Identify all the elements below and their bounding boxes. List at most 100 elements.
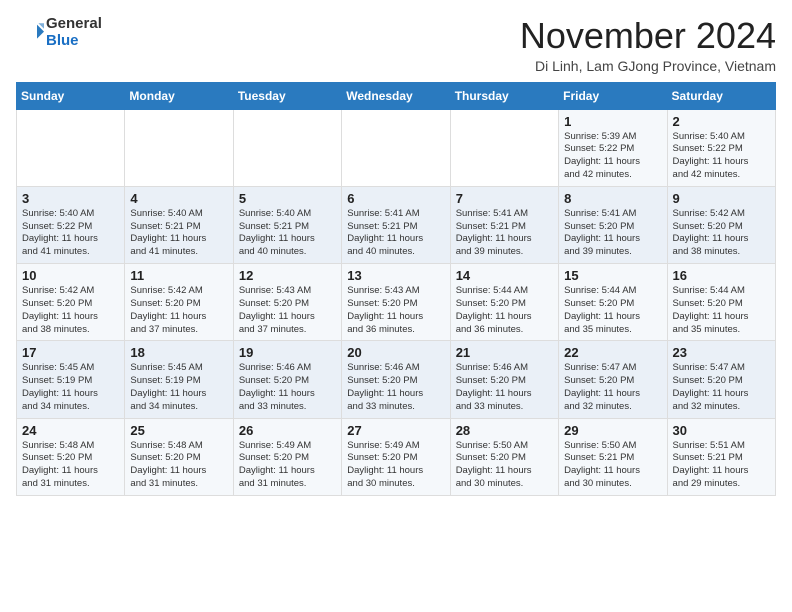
day-info: Sunrise: 5:46 AM Sunset: 5:20 PM Dayligh… [347,362,444,413]
calendar-cell: 25 Sunrise: 5:48 AM Sunset: 5:20 PM Dayli… [125,418,233,495]
calendar-cell: 19 Sunrise: 5:46 AM Sunset: 5:20 PM Dayli… [233,341,341,418]
calendar-table: SundayMondayTuesdayWednesdayThursdayFrid… [16,82,776,496]
calendar-cell [342,109,450,186]
day-number: 15 [564,268,661,283]
calendar-cell [450,109,558,186]
calendar-cell [17,109,125,186]
calendar-cell: 27 Sunrise: 5:49 AM Sunset: 5:20 PM Dayli… [342,418,450,495]
day-number: 2 [673,114,770,129]
calendar-cell: 23 Sunrise: 5:47 AM Sunset: 5:20 PM Dayli… [667,341,775,418]
day-number: 1 [564,114,661,129]
day-number: 12 [239,268,336,283]
day-number: 23 [673,345,770,360]
day-info: Sunrise: 5:48 AM Sunset: 5:20 PM Dayligh… [130,440,227,491]
day-number: 6 [347,191,444,206]
calendar-cell: 15 Sunrise: 5:44 AM Sunset: 5:20 PM Dayli… [559,264,667,341]
calendar-cell: 17Sunrise: 5:45 AM Sunset: 5:19 PM Dayli… [17,341,125,418]
day-info: Sunrise: 5:41 AM Sunset: 5:21 PM Dayligh… [347,208,444,259]
day-info: Sunrise: 5:44 AM Sunset: 5:20 PM Dayligh… [673,285,770,336]
day-number: 26 [239,423,336,438]
day-info: Sunrise: 5:43 AM Sunset: 5:20 PM Dayligh… [239,285,336,336]
day-info: Sunrise: 5:51 AM Sunset: 5:21 PM Dayligh… [673,440,770,491]
day-info: Sunrise: 5:44 AM Sunset: 5:20 PM Dayligh… [564,285,661,336]
weekday-header-row: SundayMondayTuesdayWednesdayThursdayFrid… [17,82,776,109]
calendar-cell: 10 Sunrise: 5:42 AM Sunset: 5:20 PM Dayli… [17,264,125,341]
day-number: 19 [239,345,336,360]
day-info: Sunrise: 5:49 AM Sunset: 5:20 PM Dayligh… [347,440,444,491]
day-info: Sunrise: 5:46 AM Sunset: 5:20 PM Dayligh… [239,362,336,413]
day-info: Sunrise: 5:45 AM Sunset: 5:19 PM Dayligh… [130,362,227,413]
day-info: Sunrise: 5:39 AM Sunset: 5:22 PM Dayligh… [564,131,661,182]
day-info: Sunrise: 5:41 AM Sunset: 5:21 PM Dayligh… [456,208,553,259]
calendar-week-row: 10 Sunrise: 5:42 AM Sunset: 5:20 PM Dayli… [17,264,776,341]
logo-general: General [46,16,102,33]
day-number: 22 [564,345,661,360]
month-title: November 2024 [520,16,776,56]
day-number: 4 [130,191,227,206]
day-number: 16 [673,268,770,283]
day-info: Sunrise: 5:46 AM Sunset: 5:20 PM Dayligh… [456,362,553,413]
calendar-cell: 12 Sunrise: 5:43 AM Sunset: 5:20 PM Dayli… [233,264,341,341]
logo-text: General Blue [46,16,102,49]
day-info: Sunrise: 5:40 AM Sunset: 5:21 PM Dayligh… [239,208,336,259]
calendar-cell: 3 Sunrise: 5:40 AM Sunset: 5:22 PM Daylig… [17,186,125,263]
day-number: 10 [22,268,119,283]
calendar-week-row: 17 Sunrise: 5:45 AM Sunset: 5:19 PM Dayli… [17,341,776,418]
day-info: Sunrise: 5:43 AM Sunset: 5:20 PM Dayligh… [347,285,444,336]
day-number: 3 [22,191,119,206]
calendar-cell: 16 Sunrise: 5:44 AM Sunset: 5:20 PM Dayli… [667,264,775,341]
calendar-week-row: 3 Sunrise: 5:40 AM Sunset: 5:22 PM Daylig… [17,186,776,263]
day-info: Sunrise: 5:40 AM Sunset: 5:22 PM Dayligh… [673,131,770,182]
day-info: Sunrise: 5:42 AM Sunset: 5:20 PM Dayligh… [130,285,227,336]
calendar-cell: 18Sunrise: 5:45 AM Sunset: 5:19 PM Dayli… [125,341,233,418]
day-number: 25 [130,423,227,438]
day-number: 14 [456,268,553,283]
calendar-cell: 2 Sunrise: 5:40 AM Sunset: 5:22 PM Daylig… [667,109,775,186]
day-number: 13 [347,268,444,283]
day-info: Sunrise: 5:40 AM Sunset: 5:21 PM Dayligh… [130,208,227,259]
day-number: 8 [564,191,661,206]
day-info: Sunrise: 5:41 AM Sunset: 5:20 PM Dayligh… [564,208,661,259]
day-number: 9 [673,191,770,206]
day-number: 5 [239,191,336,206]
day-info: Sunrise: 5:50 AM Sunset: 5:21 PM Dayligh… [564,440,661,491]
calendar-cell: 4 Sunrise: 5:40 AM Sunset: 5:21 PM Daylig… [125,186,233,263]
calendar-cell: 20 Sunrise: 5:46 AM Sunset: 5:20 PM Dayli… [342,341,450,418]
day-info: Sunrise: 5:42 AM Sunset: 5:20 PM Dayligh… [22,285,119,336]
day-number: 7 [456,191,553,206]
day-number: 20 [347,345,444,360]
weekday-header: Friday [559,82,667,109]
calendar-cell: 6 Sunrise: 5:41 AM Sunset: 5:21 PM Daylig… [342,186,450,263]
page-header: General Blue November 2024 Di Linh, Lam … [16,16,776,74]
calendar-cell: 30 Sunrise: 5:51 AM Sunset: 5:21 PM Dayli… [667,418,775,495]
calendar-week-row: 1 Sunrise: 5:39 AM Sunset: 5:22 PM Daylig… [17,109,776,186]
calendar-cell: 26 Sunrise: 5:49 AM Sunset: 5:20 PM Dayli… [233,418,341,495]
weekday-header: Wednesday [342,82,450,109]
day-number: 30 [673,423,770,438]
day-number: 24 [22,423,119,438]
day-number: 17 [22,345,119,360]
title-block: November 2024 Di Linh, Lam GJong Provinc… [520,16,776,74]
day-info: Sunrise: 5:44 AM Sunset: 5:20 PM Dayligh… [456,285,553,336]
calendar-cell [233,109,341,186]
weekday-header: Saturday [667,82,775,109]
day-number: 21 [456,345,553,360]
day-info: Sunrise: 5:49 AM Sunset: 5:20 PM Dayligh… [239,440,336,491]
logo-blue: Blue [46,33,102,50]
calendar-cell [125,109,233,186]
calendar-cell: 22 Sunrise: 5:47 AM Sunset: 5:20 PM Dayli… [559,341,667,418]
calendar-cell: 7 Sunrise: 5:41 AM Sunset: 5:21 PM Daylig… [450,186,558,263]
day-info: Sunrise: 5:47 AM Sunset: 5:20 PM Dayligh… [673,362,770,413]
calendar-cell: 13 Sunrise: 5:43 AM Sunset: 5:20 PM Dayli… [342,264,450,341]
day-info: Sunrise: 5:48 AM Sunset: 5:20 PM Dayligh… [22,440,119,491]
calendar-cell: 5 Sunrise: 5:40 AM Sunset: 5:21 PM Daylig… [233,186,341,263]
weekday-header: Tuesday [233,82,341,109]
calendar-cell: 24 Sunrise: 5:48 AM Sunset: 5:20 PM Dayli… [17,418,125,495]
day-info: Sunrise: 5:40 AM Sunset: 5:22 PM Dayligh… [22,208,119,259]
day-info: Sunrise: 5:42 AM Sunset: 5:20 PM Dayligh… [673,208,770,259]
weekday-header: Thursday [450,82,558,109]
calendar-cell: 29Sunrise: 5:50 AM Sunset: 5:21 PM Dayli… [559,418,667,495]
day-info: Sunrise: 5:47 AM Sunset: 5:20 PM Dayligh… [564,362,661,413]
logo: General Blue [16,16,102,49]
day-number: 27 [347,423,444,438]
